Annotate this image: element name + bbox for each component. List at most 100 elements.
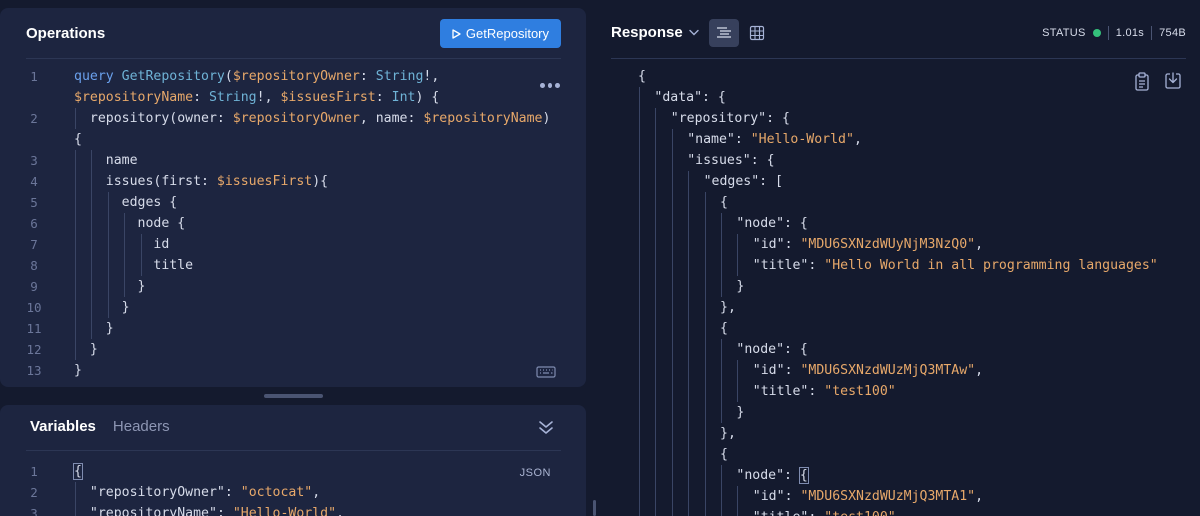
text-view-button[interactable] <box>709 19 739 47</box>
indent-guide <box>639 465 640 486</box>
indent-guide <box>704 234 706 255</box>
table-view-icon <box>749 25 765 41</box>
code-text: } <box>74 363 82 378</box>
indent-guide <box>704 276 706 297</box>
response-text: "node": { <box>736 216 808 231</box>
indent-guide <box>721 276 722 297</box>
code-text: id <box>74 237 170 252</box>
indent-guide <box>688 192 690 213</box>
panel-resize-handle[interactable] <box>264 394 323 398</box>
indent-guide <box>688 381 690 402</box>
indent-guide <box>688 402 690 423</box>
line-number: 7 <box>30 237 38 252</box>
indent-guide <box>639 108 640 129</box>
indent-guide <box>704 486 706 507</box>
response-line: "node": { <box>624 339 1200 360</box>
indent-guide <box>655 297 657 318</box>
line-number: 3 <box>30 153 38 168</box>
indent-guide <box>655 402 657 423</box>
indent-guide <box>639 276 640 297</box>
response-menu[interactable]: Response <box>611 24 699 41</box>
code-line: 6 node { <box>0 213 586 234</box>
indent-guide <box>688 171 690 192</box>
response-text: "edges": [ <box>703 174 783 189</box>
indent-guide <box>688 360 690 381</box>
indent-guide <box>704 255 706 276</box>
response-line: "node": { <box>624 213 1200 234</box>
indent-guide <box>721 507 722 516</box>
variables-tabs: Variables Headers <box>30 418 170 435</box>
variables-editor[interactable]: 1{2 "repositoryOwner": "octocat", 3 "repo… <box>0 461 586 516</box>
divider <box>26 58 561 59</box>
indent-guide <box>704 213 706 234</box>
code-text: } <box>74 300 130 315</box>
indent-guide <box>639 255 640 276</box>
indent-guide <box>639 192 640 213</box>
code-line: 3 name <box>0 150 586 171</box>
response-text: "title": "test100" <box>752 384 896 399</box>
response-text: "repository": { <box>670 111 790 126</box>
response-text: { <box>720 195 728 210</box>
indent-guide <box>704 444 706 465</box>
response-line: "data": { <box>624 87 1200 108</box>
indent-guide <box>688 465 690 486</box>
code-text: issues(first: $issuesFirst){ <box>74 174 329 189</box>
indent-guide <box>688 318 690 339</box>
keyboard-icon[interactable] <box>536 365 556 379</box>
indent-guide <box>655 486 657 507</box>
code-line: 2 repository(owner: $repositoryOwner, na… <box>0 108 586 129</box>
table-view-button[interactable] <box>742 19 772 47</box>
indent-guide <box>737 255 739 276</box>
indent-guide <box>688 423 690 444</box>
operations-editor[interactable]: 1 query GetRepository($repositoryOwner: S… <box>0 66 586 381</box>
code-text: } <box>74 321 114 336</box>
graphql-client: Operations GetRepository 1 query GetRepos… <box>0 0 1200 516</box>
code-text: "repositoryName": "Hello-World", <box>89 506 344 516</box>
indent-guide <box>688 276 690 297</box>
indent-guide <box>639 486 640 507</box>
indent-guide <box>737 486 739 507</box>
code-text: "repositoryOwner": "octocat", <box>89 485 321 500</box>
indent-guide <box>655 360 657 381</box>
divider <box>611 58 1186 59</box>
status-ok-indicator <box>1092 29 1101 37</box>
tab-variables[interactable]: Variables <box>30 418 96 435</box>
indent-guide <box>737 234 739 255</box>
code-line: 13} <box>0 360 586 381</box>
code-line: 1{ <box>0 461 586 482</box>
indent-guide <box>721 255 722 276</box>
indent-guide <box>704 465 706 486</box>
code-line: 4 issues(first: $issuesFirst){ <box>0 171 586 192</box>
indent-guide <box>688 234 690 255</box>
run-query-button[interactable]: GetRepository <box>439 19 561 48</box>
operations-panel: Operations GetRepository 1 query GetRepos… <box>0 8 586 387</box>
code-text: repository(owner: $repositoryOwner, name… <box>74 111 551 126</box>
indent-guide <box>639 87 640 108</box>
response-viewer[interactable]: {"data": {"repository": {"name": "Hello-… <box>624 66 1200 516</box>
response-line: } <box>624 276 1200 297</box>
indent-guide <box>688 486 690 507</box>
code-line: 10 } <box>0 297 586 318</box>
response-text: "id": "MDU6SXNzdWUzMjQ3MTA1", <box>752 489 984 504</box>
response-text: "node": { <box>736 467 809 484</box>
indent-guide <box>671 276 673 297</box>
indent-guide <box>655 276 657 297</box>
run-query-label: GetRepository <box>465 26 549 41</box>
indent-guide <box>639 381 640 402</box>
tab-headers[interactable]: Headers <box>113 418 170 435</box>
indent-guide <box>688 339 690 360</box>
indent-guide <box>655 213 657 234</box>
scrollbar[interactable] <box>593 500 596 516</box>
indent-guide <box>655 129 657 150</box>
code-text: title <box>74 258 194 273</box>
collapse-icon[interactable] <box>538 418 554 436</box>
line-number: 13 <box>26 363 42 378</box>
indent-guide <box>671 234 673 255</box>
indent-guide <box>704 318 706 339</box>
line-number: 2 <box>30 485 38 500</box>
code-text: { <box>74 132 82 147</box>
line-number: 11 <box>26 321 42 336</box>
code-line: $repositoryName: String!, $issuesFirst: … <box>0 87 586 108</box>
response-header: Response STATUS 1.01s 754B <box>611 8 1200 58</box>
indent-guide <box>688 297 690 318</box>
